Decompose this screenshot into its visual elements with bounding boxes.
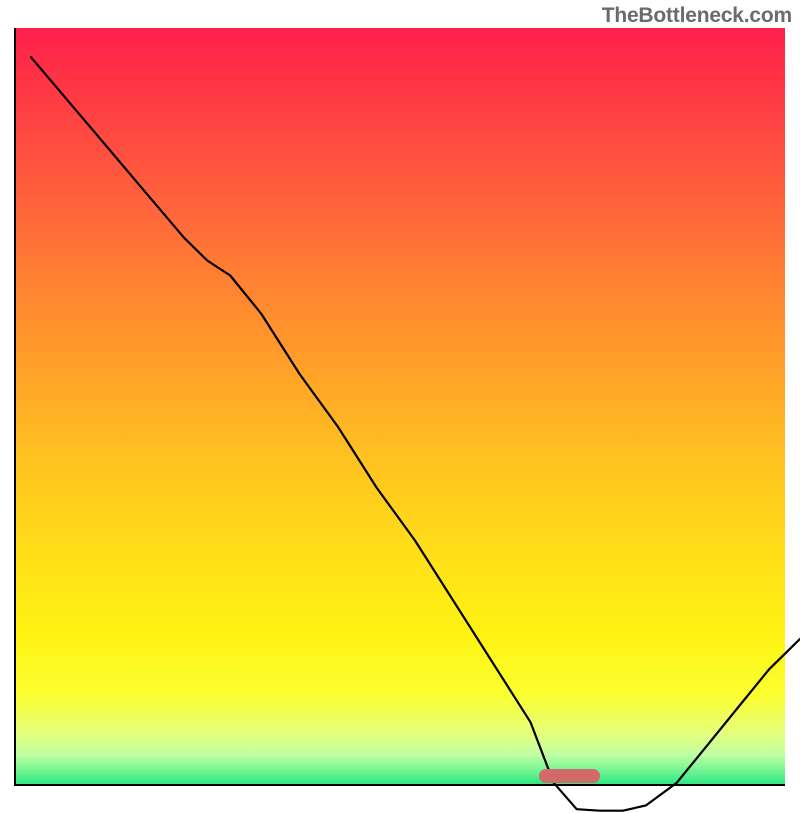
bottleneck-curve	[30, 56, 800, 811]
plot-area	[15, 28, 785, 785]
optimal-range-marker	[539, 769, 601, 783]
x-axis	[15, 784, 785, 786]
watermark-text: TheBottleneck.com	[602, 4, 792, 28]
curve-layer	[30, 56, 800, 813]
chart-container: TheBottleneck.com	[0, 0, 800, 800]
y-axis	[14, 28, 16, 786]
